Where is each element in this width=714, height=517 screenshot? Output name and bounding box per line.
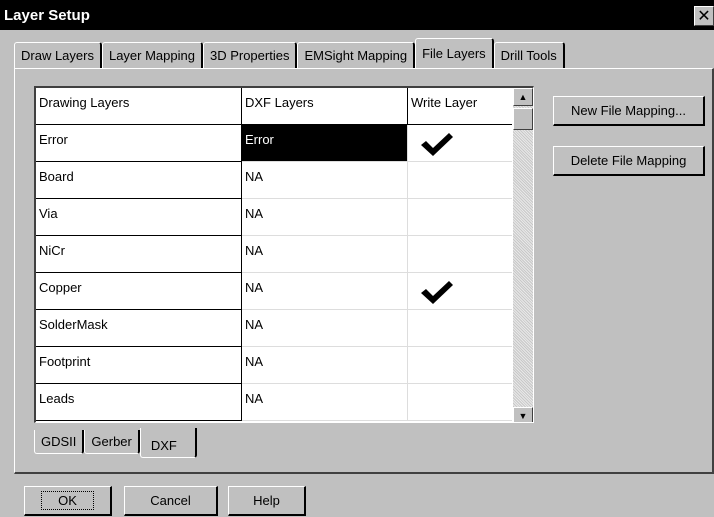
ok-button[interactable]: OK: [24, 486, 112, 516]
grid-header-row: Drawing Layers DXF Layers Write Layer: [36, 88, 512, 125]
new-file-mapping-button[interactable]: New File Mapping...: [553, 96, 705, 126]
drawing-layer-cell[interactable]: Footprint: [36, 347, 242, 384]
help-button[interactable]: Help: [228, 486, 306, 516]
dxf-layer-cell[interactable]: NA: [242, 162, 408, 199]
checkmark-icon: [421, 133, 453, 156]
table-row[interactable]: SolderMask NA: [36, 310, 512, 347]
table-row[interactable]: NiCr NA: [36, 236, 512, 273]
write-layer-cell[interactable]: [408, 347, 512, 384]
layer-setup-dialog: Layer Setup ✕ Draw Layers Layer Mapping …: [0, 0, 714, 517]
tab-file-layers[interactable]: File Layers: [415, 38, 494, 68]
tab-gdsii[interactable]: GDSII: [34, 430, 85, 454]
vertical-scrollbar[interactable]: ▲ ▼: [513, 88, 533, 422]
table-row[interactable]: Via NA: [36, 199, 512, 236]
tab-3d-properties[interactable]: 3D Properties: [202, 42, 298, 68]
drawing-layer-cell[interactable]: Via: [36, 199, 242, 236]
tab-layer-mapping[interactable]: Layer Mapping: [101, 42, 203, 68]
dxf-layer-cell[interactable]: NA: [242, 273, 408, 310]
write-layer-cell[interactable]: [408, 199, 512, 236]
table-row[interactable]: Error Error: [36, 125, 512, 162]
dxf-layer-cell[interactable]: NA: [242, 347, 408, 384]
write-layer-cell[interactable]: [408, 384, 512, 421]
title-bar: Layer Setup ✕: [0, 0, 714, 30]
format-tab-strip: GDSII Gerber DXF: [34, 428, 197, 458]
checkmark-icon: [421, 281, 453, 304]
table-row[interactable]: Leads NA: [36, 384, 512, 421]
drawing-layer-cell[interactable]: NiCr: [36, 236, 242, 273]
drawing-layer-cell[interactable]: Leads: [36, 384, 242, 421]
layer-mapping-grid[interactable]: Drawing Layers DXF Layers Write Layer Er…: [34, 86, 534, 423]
drawing-layer-cell[interactable]: Board: [36, 162, 242, 199]
drawing-layer-cell[interactable]: Copper: [36, 273, 242, 310]
cancel-button[interactable]: Cancel: [124, 486, 218, 516]
scroll-up-icon[interactable]: ▲: [513, 88, 533, 106]
column-header-drawing-layers[interactable]: Drawing Layers: [36, 88, 242, 125]
dxf-layer-cell[interactable]: NA: [242, 310, 408, 347]
close-icon[interactable]: ✕: [694, 6, 714, 26]
ok-button-label: OK: [41, 491, 94, 510]
tab-strip: Draw Layers Layer Mapping 3D Properties …: [14, 38, 565, 68]
write-layer-cell[interactable]: [408, 236, 512, 273]
column-header-dxf-layers[interactable]: DXF Layers: [242, 88, 408, 125]
dxf-layer-cell[interactable]: NA: [242, 236, 408, 273]
tab-emsight-mapping[interactable]: EMSight Mapping: [297, 42, 416, 68]
write-layer-cell[interactable]: [408, 273, 512, 310]
dxf-layer-cell[interactable]: NA: [242, 199, 408, 236]
table-row[interactable]: Copper NA: [36, 273, 512, 310]
write-layer-cell[interactable]: [408, 125, 512, 162]
drawing-layer-cell[interactable]: Error: [36, 125, 242, 162]
tab-draw-layers[interactable]: Draw Layers: [14, 42, 102, 68]
tab-drill-tools[interactable]: Drill Tools: [493, 42, 565, 68]
tab-gerber[interactable]: Gerber: [84, 430, 140, 454]
window-title: Layer Setup: [4, 6, 90, 24]
scroll-down-icon[interactable]: ▼: [513, 407, 533, 422]
column-header-write-layer[interactable]: Write Layer: [408, 88, 512, 125]
table-row[interactable]: Footprint NA: [36, 347, 512, 384]
table-row[interactable]: Board NA: [36, 162, 512, 199]
tab-dxf[interactable]: DXF: [139, 428, 197, 458]
scroll-thumb[interactable]: [513, 108, 533, 130]
drawing-layer-cell[interactable]: SolderMask: [36, 310, 242, 347]
dxf-layer-cell[interactable]: Error: [242, 125, 408, 162]
write-layer-cell[interactable]: [408, 162, 512, 199]
delete-file-mapping-button[interactable]: Delete File Mapping: [553, 146, 705, 176]
write-layer-cell[interactable]: [408, 310, 512, 347]
dxf-layer-cell[interactable]: NA: [242, 384, 408, 421]
